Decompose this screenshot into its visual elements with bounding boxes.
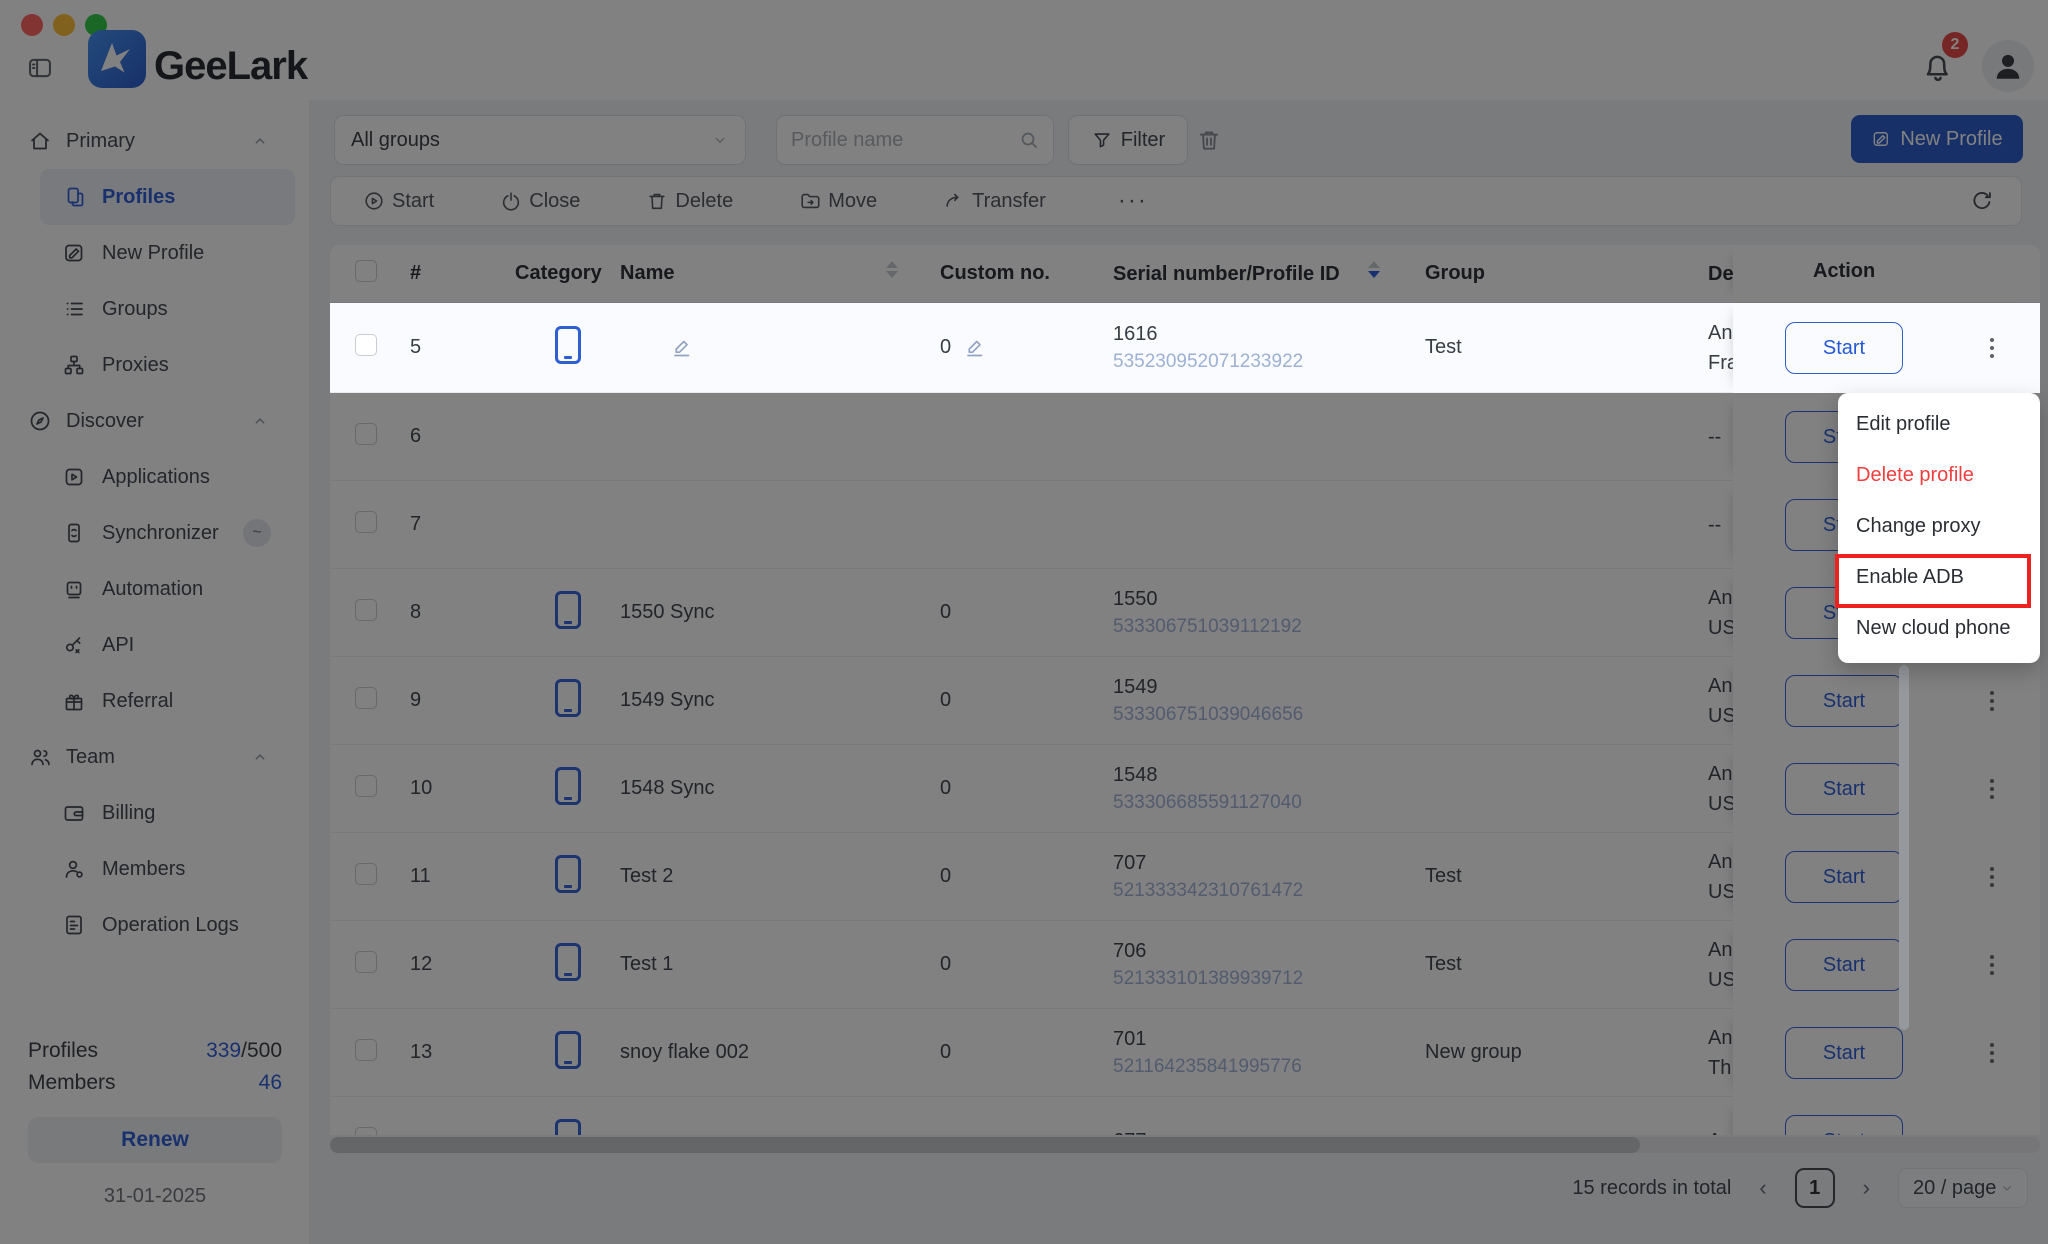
custom-no-value: 0 [940,336,951,359]
edit-name-pencil-icon[interactable] [670,336,694,358]
menu-item-change-proxy[interactable]: Change proxy [1838,501,2040,552]
row-number: 5 [410,336,515,359]
row-more-kebab-icon[interactable] [1981,333,2003,363]
menu-item-delete-profile[interactable]: Delete profile [1838,450,2040,501]
start-button[interactable]: Start [1785,322,1903,374]
table-row-highlighted[interactable]: 5 0 1616 535230952071233922 Test AnFra S… [330,303,2040,393]
menu-item-edit-profile[interactable]: Edit profile [1838,399,2040,450]
edit-custom-no-pencil-icon[interactable] [963,336,987,360]
profile-id[interactable]: 535230952071233922 [1113,348,1425,376]
row-context-menu: Edit profile Delete profile Change proxy… [1838,393,2040,663]
dim-overlay [0,0,2048,1244]
serial-number: 1616 [1113,320,1425,348]
group-value: Test [1425,336,1708,359]
cloud-phone-icon [555,326,581,364]
annotation-highlight-box [1835,554,2031,608]
menu-item-new-cloud-phone[interactable]: New cloud phone [1838,603,2040,654]
row-checkbox[interactable] [355,334,377,356]
vertical-scrollbar-thumb[interactable] [1899,665,1909,1030]
